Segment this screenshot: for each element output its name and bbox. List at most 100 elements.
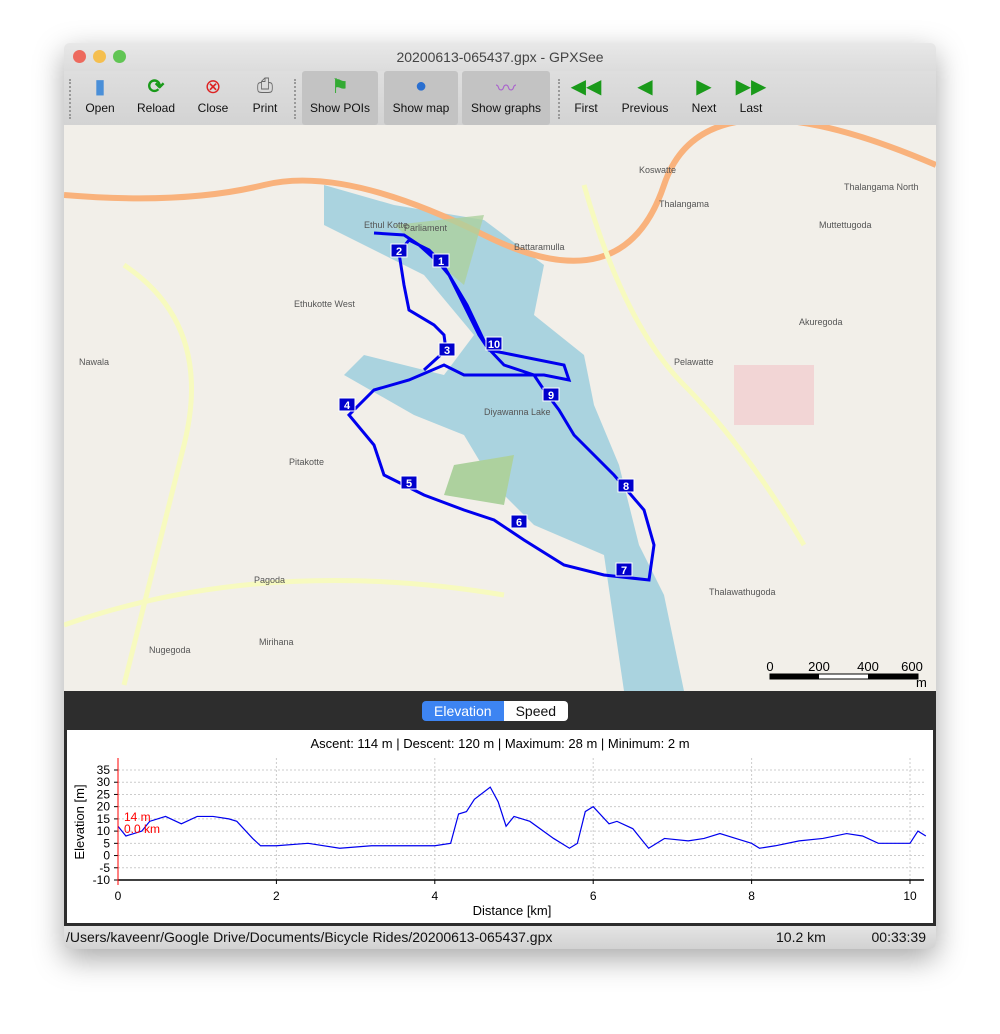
next-button[interactable]: ▶ Next xyxy=(684,71,724,125)
road xyxy=(64,577,505,628)
place-label: Akuregoda xyxy=(799,317,843,327)
waypoint-label: 4 xyxy=(344,400,351,412)
minimize-window-button[interactable] xyxy=(93,50,106,63)
y-tick-label: 0 xyxy=(103,849,110,863)
show-graphs-button[interactable]: 〰 Show graphs xyxy=(462,71,550,125)
waypoint-marker[interactable]: 7 xyxy=(615,562,633,577)
printer-icon: ⎙ xyxy=(257,74,273,97)
map-canvas[interactable]: Battaramulla Ethul Kotte Nawala Pitakotte Pe… xyxy=(64,125,936,691)
place-label: Diyawanna Lake xyxy=(484,407,551,417)
first-icon: ◀◀ xyxy=(570,75,602,98)
place-label: Thalangama xyxy=(659,199,709,209)
place-label: Mirihana xyxy=(259,637,294,647)
last-button[interactable]: ▶▶ Last xyxy=(732,71,770,125)
previous-icon: ◀ xyxy=(637,75,653,98)
cursor-distance: 0.0 km xyxy=(124,822,160,836)
show-map-button[interactable]: ● Show map xyxy=(384,71,458,125)
toolbar: ▮ Open ⟳ Reload ⊗ Close ⎙ Print ⚑ Show POIs ●… xyxy=(64,71,936,126)
waypoint-marker[interactable]: 4 xyxy=(338,397,356,412)
tab-elevation[interactable]: Elevation xyxy=(422,701,504,721)
main-road xyxy=(64,125,936,264)
y-tick-label: 5 xyxy=(103,836,110,850)
waypoint-label: 3 xyxy=(444,345,450,357)
waypoint-marker[interactable]: 3 xyxy=(438,342,456,357)
y-tick-label: 15 xyxy=(97,812,111,826)
tab-speed[interactable]: Speed xyxy=(503,701,569,721)
road xyxy=(121,262,194,686)
next-label: Next xyxy=(691,101,717,115)
close-window-button[interactable] xyxy=(73,50,86,63)
waypoint-label: 9 xyxy=(548,390,554,402)
last-icon: ▶▶ xyxy=(735,75,767,98)
graph-tabs: Elevation Speed xyxy=(422,701,569,721)
place-label: Parliament xyxy=(404,223,448,233)
show-pois-button[interactable]: ⚑ Show POIs xyxy=(302,71,378,125)
place-label: Nawala xyxy=(79,357,109,367)
x-tick-label: 8 xyxy=(748,889,755,903)
graph-icon: 〰 xyxy=(496,77,516,100)
y-tick-label: -10 xyxy=(93,873,111,887)
close-icon: ⊗ xyxy=(204,75,222,98)
waypoint-marker[interactable]: 1 xyxy=(432,253,450,268)
place-label: Ethul Kotte xyxy=(364,220,408,230)
last-label: Last xyxy=(739,101,763,115)
y-tick-label: 20 xyxy=(97,800,111,814)
previous-button[interactable]: ◀ Previous xyxy=(616,71,674,125)
close-label: Close xyxy=(197,101,229,115)
military-area xyxy=(734,365,814,425)
scale-bar: 0 200 400 600 m xyxy=(766,659,926,690)
toolbar-separator xyxy=(69,79,73,119)
total-distance: 10.2 km xyxy=(776,929,826,945)
file-icon: ▮ xyxy=(94,75,106,98)
graph-panel: Elevation Speed Ascent: 114 m | Descent:… xyxy=(64,691,936,926)
waypoint-marker[interactable]: 10 xyxy=(485,336,503,351)
graph-summary: Ascent: 114 m | Descent: 120 m | Maximum… xyxy=(310,736,689,751)
waypoint-marker[interactable]: 2 xyxy=(390,243,408,258)
x-tick-label: 10 xyxy=(903,889,917,903)
waypoint-label: 2 xyxy=(396,246,402,258)
reload-button[interactable]: ⟳ Reload xyxy=(130,71,182,125)
place-label: Pitakotte xyxy=(289,457,324,467)
waypoint-marker[interactable]: 6 xyxy=(510,514,528,529)
show-graphs-label: Show graphs xyxy=(470,101,542,115)
print-label: Print xyxy=(252,101,278,115)
toolbar-separator xyxy=(294,79,298,119)
y-tick-label: 25 xyxy=(97,787,111,801)
first-button[interactable]: ◀◀ First xyxy=(566,71,606,125)
x-tick-label: 0 xyxy=(115,889,122,903)
waypoint-label: 8 xyxy=(623,481,629,493)
y-tick-label: -5 xyxy=(99,861,110,875)
place-label: Pelawatte xyxy=(674,357,714,367)
waypoint-label: 10 xyxy=(488,339,500,351)
place-label: Thalawathugoda xyxy=(709,587,776,597)
show-pois-label: Show POIs xyxy=(309,101,371,115)
zoom-window-button[interactable] xyxy=(113,50,126,63)
place-label: Pagoda xyxy=(254,575,285,585)
scale-unit: m xyxy=(916,675,927,690)
waypoint-marker[interactable]: 8 xyxy=(617,478,635,493)
app-window: 20200613-065437.gpx - GPXSee ▮ Open ⟳ Relo… xyxy=(64,43,936,949)
waypoint-marker[interactable]: 5 xyxy=(400,475,418,490)
y-axis-label: Elevation [m] xyxy=(72,784,87,859)
x-tick-label: 4 xyxy=(431,889,438,903)
scale-tick: 0 xyxy=(766,659,773,674)
scale-tick: 200 xyxy=(808,659,830,674)
close-button[interactable]: ⊗ Close xyxy=(190,71,236,125)
open-button[interactable]: ▮ Open xyxy=(78,71,122,125)
place-label: Thalangama North xyxy=(844,182,919,192)
elevation-graph[interactable]: Ascent: 114 m | Descent: 120 m | Maximum… xyxy=(67,730,933,923)
window-title: 20200613-065437.gpx - GPXSee xyxy=(396,49,604,65)
map-view[interactable]: Battaramulla Ethul Kotte Nawala Pitakotte Pe… xyxy=(64,125,936,691)
place-label: Battaramulla xyxy=(514,242,565,252)
flag-icon: ⚑ xyxy=(331,75,349,98)
waypoint-label: 7 xyxy=(621,565,627,577)
next-icon: ▶ xyxy=(696,75,712,98)
print-button[interactable]: ⎙ Print xyxy=(244,71,286,125)
title-bar: 20200613-065437.gpx - GPXSee xyxy=(64,43,936,71)
status-bar: /Users/kaveenr/Google Drive/Documents/Bi… xyxy=(64,926,936,949)
x-tick-label: 2 xyxy=(273,889,280,903)
toolbar-separator xyxy=(558,79,562,119)
scale-tick: 400 xyxy=(857,659,879,674)
waypoint-marker[interactable]: 9 xyxy=(542,387,560,402)
place-label: Koswatte xyxy=(639,165,676,175)
